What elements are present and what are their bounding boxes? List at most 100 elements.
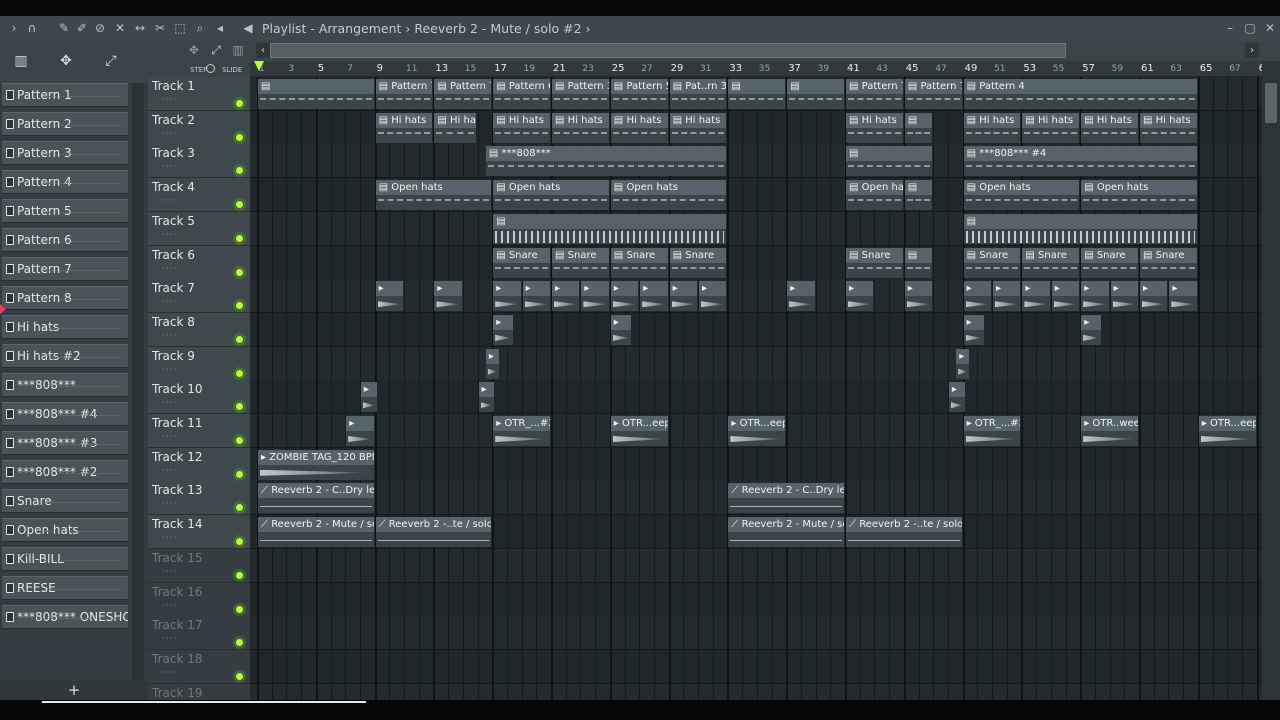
- playlist-clip[interactable]: ▸: [904, 281, 933, 312]
- track-grip[interactable]: ····: [162, 95, 177, 105]
- playlist-clip[interactable]: ⟋ Reeverb 2 - Mute / solo: [258, 517, 374, 548]
- track-grip[interactable]: ····: [162, 601, 177, 611]
- vertical-scrollbar[interactable]: [1262, 61, 1280, 700]
- pattern-item[interactable]: Pattern 4: [2, 170, 128, 194]
- pattern-item[interactable]: Pattern 7: [2, 257, 128, 281]
- playlist-clip[interactable]: ▤ Hi hats: [434, 112, 477, 143]
- track-header[interactable]: Track 4 ····: [148, 178, 250, 213]
- track-header[interactable]: Track 14 ····: [148, 515, 250, 550]
- playlist-clip[interactable]: ▸: [493, 281, 521, 312]
- scroll-left-button[interactable]: ‹: [256, 43, 270, 58]
- playlist-clip[interactable]: ▤ Snare: [1022, 247, 1080, 278]
- playlist-clip[interactable]: ▤ Pattern 7: [434, 79, 492, 109]
- track-grip[interactable]: ····: [162, 196, 177, 206]
- playlist-clip[interactable]: ▤: [258, 79, 374, 109]
- slice-icon[interactable]: ✂: [152, 20, 168, 36]
- playlist-clip[interactable]: ▸: [375, 281, 403, 312]
- track-grip[interactable]: ····: [162, 297, 177, 307]
- scroll-right-button[interactable]: ›: [1245, 43, 1259, 58]
- playlist-clip[interactable]: ▸: [346, 416, 374, 446]
- playlist-clip[interactable]: ▤ Pattern 5: [610, 79, 668, 109]
- playlist-clip[interactable]: ▸ OTR_...#2: [493, 416, 550, 446]
- playlist-clip[interactable]: ⟋ Reeverb 2 -..te / solo #2: [375, 517, 492, 548]
- playlist-clip[interactable]: ▤ ***808*** #4: [963, 146, 1197, 177]
- playlist-clip[interactable]: ▤ Hi hats: [963, 112, 1021, 143]
- playlist-clip[interactable]: ⟋ Reeverb 2 - C..Dry level: [258, 483, 374, 514]
- pattern-item[interactable]: Pattern 6: [2, 228, 128, 252]
- close-icon[interactable]: ✕: [1262, 19, 1278, 37]
- playlist-clip[interactable]: ▸: [1169, 281, 1197, 312]
- playlist-clip[interactable]: ▤: [963, 213, 1197, 244]
- move-icon[interactable]: ✥: [186, 42, 202, 58]
- track-enable-led[interactable]: [235, 368, 244, 378]
- track-grip[interactable]: ····: [162, 567, 177, 577]
- zoom-icon[interactable]: ⌕: [192, 20, 208, 36]
- playlist-clip[interactable]: ▸ OTR_...#2: [963, 416, 1021, 446]
- track-grip[interactable]: ····: [162, 129, 177, 139]
- pattern-item[interactable]: Hi hats #2: [2, 344, 128, 368]
- playlist-clip[interactable]: ▤ Pattern 3: [552, 79, 609, 109]
- playlist-clip[interactable]: ▤ Open hats: [493, 180, 609, 211]
- playlist-clip[interactable]: ▤ Snare: [1081, 247, 1138, 278]
- playlist-clip[interactable]: ▸ OTR...eep: [610, 416, 668, 446]
- track-grip[interactable]: ····: [162, 499, 177, 509]
- select-icon[interactable]: ⬚: [172, 20, 188, 36]
- paint-icon[interactable]: ✐: [74, 20, 90, 36]
- playlist-clip[interactable]: ▸: [787, 281, 815, 312]
- track-header[interactable]: Track 17 ····: [148, 616, 250, 651]
- playhead-marker[interactable]: [254, 61, 264, 71]
- playlist-clip[interactable]: ⟋ Reeverb 2 -..te / solo #2: [846, 517, 962, 548]
- playlist-clip[interactable]: ▤ Hi hats: [1140, 112, 1197, 143]
- playlist-clip[interactable]: ▤ Pattern 4: [963, 79, 1197, 109]
- track-enable-led[interactable]: [235, 436, 244, 445]
- playlist-clip[interactable]: ▸: [581, 281, 609, 312]
- pattern-item[interactable]: ***808*** #3: [2, 431, 128, 455]
- arrow-right-icon[interactable]: ›: [6, 20, 22, 36]
- playlist-clip[interactable]: ▤ Snare: [846, 247, 903, 278]
- playlist-clip[interactable]: ▤ ***808***: [485, 146, 727, 177]
- track-header[interactable]: Track 8 ····: [148, 312, 250, 347]
- track-grip[interactable]: ····: [162, 331, 177, 341]
- playlist-clip[interactable]: ▸: [1081, 281, 1109, 312]
- playlist-clip[interactable]: ⟋ Reeverb 2 - Mute / solo: [728, 517, 844, 548]
- playlist-clip[interactable]: ▸: [956, 348, 969, 379]
- track-header[interactable]: Track 18 ····: [148, 649, 250, 684]
- playlist-clip[interactable]: ▤ Snare: [493, 247, 550, 278]
- playlist-clip[interactable]: ▤ Snare: [1140, 247, 1197, 278]
- track-grip[interactable]: ····: [162, 533, 177, 543]
- playlist-clip[interactable]: ▤ Hi hats: [552, 112, 609, 143]
- track-enable-led[interactable]: [235, 99, 244, 108]
- playlist-clip[interactable]: ▤ Open hats: [963, 180, 1080, 211]
- track-grip[interactable]: ····: [162, 466, 177, 476]
- playlist-clip[interactable]: ▤: [728, 79, 786, 109]
- playlist-clip[interactable]: ▸: [699, 281, 727, 312]
- speaker-icon[interactable]: ◂: [212, 20, 228, 36]
- track-enable-led[interactable]: [235, 671, 244, 681]
- playlist-clip[interactable]: ▤ Snare: [669, 247, 727, 278]
- playlist-clip[interactable]: ▤ Pat..rn 3: [669, 79, 727, 109]
- playlist-clip[interactable]: ▸: [522, 281, 550, 312]
- picker-scrollbar[interactable]: [132, 83, 144, 683]
- playlist-clip[interactable]: ▤ Hi hats: [1081, 112, 1138, 143]
- pattern-item[interactable]: Pattern 3: [2, 141, 128, 165]
- playlist-clip[interactable]: ▸: [1140, 281, 1168, 312]
- playlist-clip[interactable]: ▤: [846, 146, 933, 177]
- pattern-item[interactable]: Hi hats: [2, 315, 128, 339]
- playlist-clip[interactable]: ▸: [610, 281, 639, 312]
- step-slide-toggle[interactable]: [206, 64, 215, 73]
- playlist-clip[interactable]: ▤ Pattern 6: [493, 79, 550, 109]
- pattern-item[interactable]: Pattern 5: [2, 199, 128, 223]
- pattern-item[interactable]: Kill-BILL: [2, 547, 128, 571]
- timeline-ruler[interactable]: 1 3 5 7 9 11 13 15 17 19 21 23 25 27 29 31 33 35 37 39 41 43 4…: [250, 61, 1271, 77]
- playlist-clip[interactable]: ▸: [993, 281, 1021, 312]
- playlist-clip[interactable]: ▸: [434, 281, 462, 312]
- pattern-item[interactable]: ***808*** ONESHOT: [2, 605, 128, 629]
- playlist-clip[interactable]: ⟋ Reeverb 2 - C..Dry level: [728, 483, 844, 514]
- track-grip[interactable]: ····: [162, 432, 177, 442]
- track-enable-led[interactable]: [235, 604, 244, 614]
- pattern-item[interactable]: ***808*** #4: [2, 402, 128, 426]
- maximize-icon[interactable]: ▢: [1242, 19, 1258, 37]
- track-enable-led[interactable]: [235, 402, 244, 412]
- track-header[interactable]: Track 2 ····: [148, 110, 250, 145]
- playlist-clip[interactable]: ▸ OTR..weep: [1081, 416, 1138, 446]
